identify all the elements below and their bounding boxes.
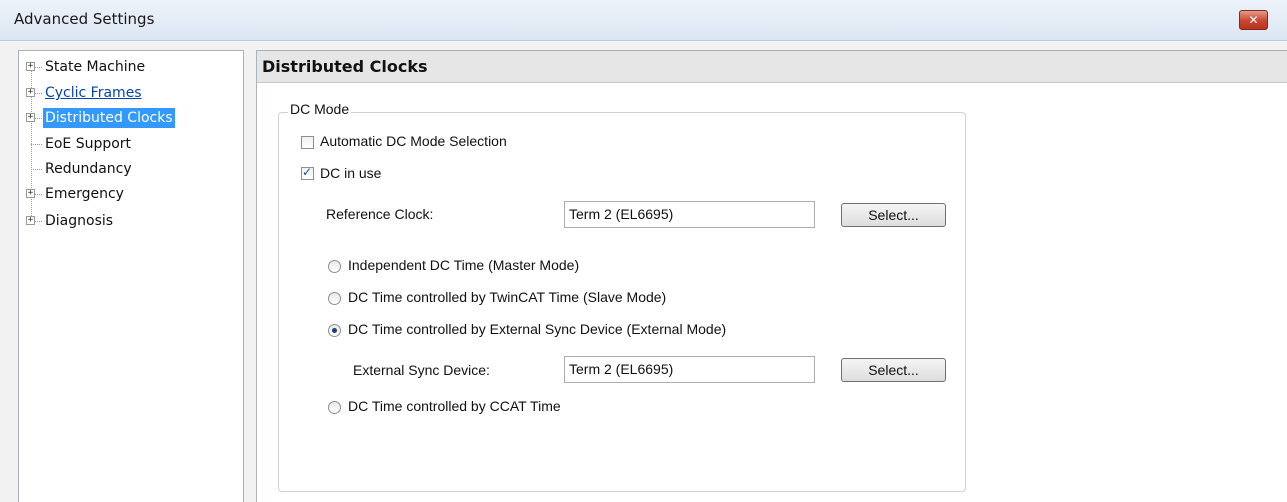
radio-master-mode[interactable]: [328, 260, 341, 273]
settings-panel: Distributed Clocks: [256, 50, 1287, 502]
tree-item-label: Diagnosis: [45, 213, 114, 229]
dc-mode-group-label: DC Mode: [288, 101, 352, 117]
radio-ccat-time-label[interactable]: DC Time controlled by CCAT Time: [348, 398, 561, 414]
panel-title: Distributed Clocks: [262, 57, 428, 76]
title-bar: Advanced Settings ✕: [0, 0, 1287, 41]
expand-icon[interactable]: +: [26, 113, 35, 122]
reference-clock-label: Reference Clock:: [326, 206, 434, 222]
expand-icon[interactable]: +: [26, 62, 35, 71]
auto-dc-mode-checkbox[interactable]: [301, 136, 314, 149]
external-sync-select-button[interactable]: Select...: [841, 358, 946, 382]
expand-icon[interactable]: +: [26, 88, 35, 97]
external-sync-device-label: External Sync Device:: [353, 362, 490, 378]
close-button[interactable]: ✕: [1239, 10, 1268, 30]
radio-external-mode[interactable]: [328, 324, 341, 337]
panel-header: Distributed Clocks: [257, 51, 1287, 83]
dc-in-use-label[interactable]: DC in use: [320, 165, 381, 181]
tree-item-label: Redundancy: [45, 161, 132, 177]
tree-item-label: State Machine: [45, 59, 146, 75]
expand-icon[interactable]: +: [26, 216, 35, 225]
reference-clock-select-button[interactable]: Select...: [841, 203, 946, 227]
radio-slave-mode-label[interactable]: DC Time controlled by TwinCAT Time (Slav…: [348, 289, 666, 305]
radio-slave-mode[interactable]: [328, 292, 341, 305]
external-sync-device-field[interactable]: Term 2 (EL6695): [564, 356, 815, 383]
settings-tree[interactable]: + State Machine + Cyclic Frames + Distri…: [18, 50, 244, 502]
expand-icon[interactable]: +: [26, 189, 35, 198]
dc-in-use-checkbox[interactable]: [301, 165, 314, 180]
window-title: Advanced Settings: [14, 10, 155, 28]
radio-master-mode-label[interactable]: Independent DC Time (Master Mode): [348, 257, 579, 273]
radio-ccat-time[interactable]: [328, 401, 341, 414]
tree-item-label: Cyclic Frames: [45, 85, 142, 101]
auto-dc-mode-label[interactable]: Automatic DC Mode Selection: [320, 133, 507, 149]
reference-clock-field[interactable]: Term 2 (EL6695): [564, 201, 815, 228]
radio-external-mode-label[interactable]: DC Time controlled by External Sync Devi…: [348, 321, 726, 337]
tree-item-label: EoE Support: [45, 136, 132, 152]
tree-item-label: Emergency: [45, 186, 124, 202]
tree-item-label: Distributed Clocks: [43, 108, 175, 128]
close-icon: ✕: [1248, 13, 1259, 27]
